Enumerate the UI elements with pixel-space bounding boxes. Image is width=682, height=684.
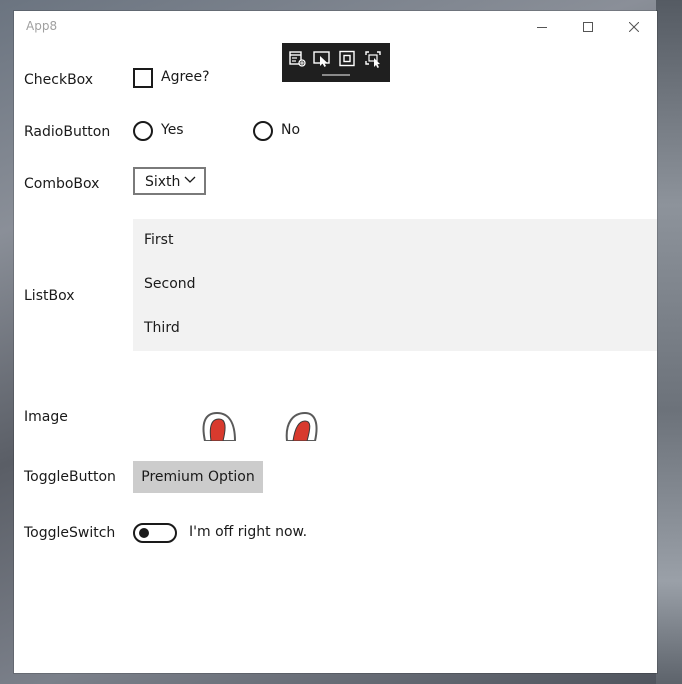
toolbar-grip[interactable] [322,74,350,76]
layout-adorners-icon[interactable] [338,50,358,68]
agree-checkbox[interactable] [133,68,153,88]
image [199,409,319,441]
checkbox-row-label: CheckBox [24,72,94,88]
select-element-icon[interactable] [312,50,332,68]
combobox-row-label: ComboBox [24,176,100,192]
chevron-down-icon [184,176,196,183]
visual-tree-icon[interactable] [288,50,308,68]
togglebutton-row-label: ToggleButton [24,469,116,485]
list-item[interactable]: First [144,232,173,248]
close-icon [629,22,639,32]
radio-no[interactable] [253,121,273,141]
toggle-switch[interactable] [133,523,177,543]
maximize-button[interactable] [565,11,611,43]
close-button[interactable] [611,11,657,43]
toggle-switch-status: I'm off right now. [189,524,308,540]
radio-yes-label[interactable]: Yes [161,122,184,138]
listbox[interactable]: First Second Third [133,219,657,351]
app-window: App8 CheckBox Agree? RadioButton Yes No … [14,11,657,673]
desktop-background [656,0,682,684]
premium-option-toggle-button[interactable]: Premium Option [133,461,263,493]
toggleswitch-row-label: ToggleSwitch [24,525,116,541]
image-row-label: Image [24,409,68,425]
in-app-dev-toolbar [282,43,390,82]
minimize-icon [537,27,547,28]
agree-checkbox-label[interactable]: Agree? [161,69,210,85]
combobox-selected-value: Sixth [145,174,181,190]
listbox-row-label: ListBox [24,288,75,304]
track-focus-icon[interactable] [364,50,384,68]
list-item[interactable]: Second [144,276,196,292]
toggle-switch-knob [139,528,149,538]
radio-no-label[interactable]: No [281,122,300,138]
character-ears-image [202,411,318,441]
window-title: App8 [26,19,58,33]
combobox[interactable]: Sixth [133,167,206,195]
list-item[interactable]: Third [144,320,180,336]
maximize-icon [583,22,593,32]
title-bar[interactable]: App8 [14,11,657,43]
radio-yes[interactable] [133,121,153,141]
minimize-button[interactable] [519,11,565,43]
radiobutton-row-label: RadioButton [24,124,111,140]
